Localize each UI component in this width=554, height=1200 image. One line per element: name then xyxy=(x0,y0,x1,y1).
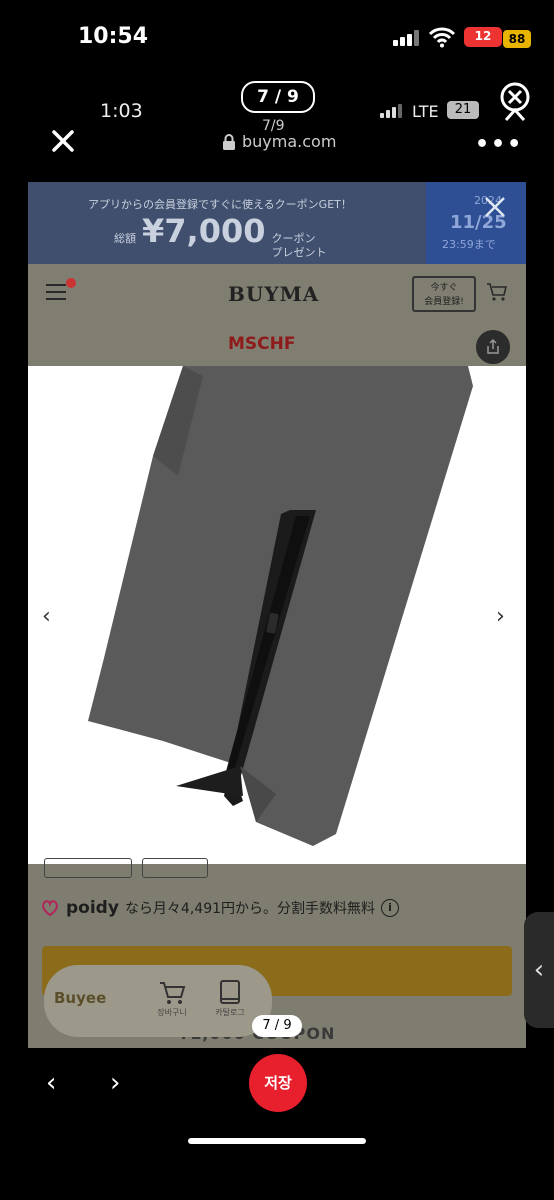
address-bar[interactable]: buyma.com xyxy=(222,132,336,151)
product-pants-illustration xyxy=(88,366,473,846)
inner-signal-icon xyxy=(380,104,404,118)
banner-close-icon[interactable] xyxy=(484,196,506,218)
more-menu-button[interactable]: ••• xyxy=(475,132,523,157)
page-counter: 7 / 9 xyxy=(241,81,315,113)
brand-logo[interactable]: MSCHF xyxy=(228,334,295,354)
forward-arrow-icon[interactable]: › xyxy=(110,1068,120,1098)
inner-network-label: LTE xyxy=(412,102,439,121)
banner-prefix: 総額 xyxy=(114,232,136,245)
tag-chip[interactable] xyxy=(44,858,132,878)
installment-info[interactable]: poidy なら月々4,491円から。分割手数料無料 i xyxy=(40,898,400,918)
tag-chip[interactable] xyxy=(142,858,208,878)
cellular-signal-icon xyxy=(393,30,421,46)
close-circle-icon[interactable] xyxy=(498,82,532,122)
buyee-logo: Buyee xyxy=(54,989,107,1007)
banner-suffix: クーポン プレゼント xyxy=(271,232,326,260)
banner-date-until: 23:59まで xyxy=(442,238,496,251)
buyee-cart-button[interactable]: 장바구니 xyxy=(154,979,190,1027)
inner-battery-icon: 21 xyxy=(447,101,479,119)
battery-icon: 12 xyxy=(464,27,502,47)
menu-notification-dot xyxy=(66,278,76,288)
url-text: buyma.com xyxy=(242,132,337,151)
wifi-icon xyxy=(428,27,456,48)
buyee-cart-label: 장바구니 xyxy=(157,1008,187,1017)
share-icon[interactable] xyxy=(476,330,510,364)
lock-icon xyxy=(223,133,235,150)
installment-text: なら月々4,491円から。分割手数料無料 xyxy=(124,901,376,917)
buyee-catalog-label: 카탈로그 xyxy=(215,1008,245,1017)
banner-suffix-line1: クーポン xyxy=(271,232,316,245)
back-arrow-icon[interactable]: ‹ xyxy=(46,1068,56,1098)
gallery-prev-button[interactable]: ‹ xyxy=(42,604,51,629)
notification-badge: 88 xyxy=(503,30,531,48)
save-button[interactable]: 저장 xyxy=(249,1054,307,1112)
info-icon[interactable]: i xyxy=(381,899,400,917)
signup-button[interactable]: 今すぐ 会員登録! xyxy=(412,276,476,312)
bottom-page-counter: 7 / 9 xyxy=(252,1015,302,1037)
product-image[interactable]: ‹ › xyxy=(28,366,526,864)
gallery-next-button[interactable]: › xyxy=(496,604,505,629)
web-page-screenshot: アプリからの会員登録ですぐに使えるクーポンGET！ 総額 ¥7,000 クーポン… xyxy=(28,182,526,1048)
close-icon[interactable] xyxy=(50,128,76,154)
buyee-widget[interactable]: Buyee 장바구니 카탈로그 xyxy=(44,965,272,1037)
banner-date-box: 2024 11/25 23:59まで xyxy=(426,182,526,264)
inner-status-time: 1:03 xyxy=(100,100,143,122)
status-time: 10:54 xyxy=(78,24,149,49)
poidy-logo-icon xyxy=(42,900,58,917)
signup-line1: 今すぐ xyxy=(430,283,458,293)
side-panel-handle[interactable]: ‹ xyxy=(524,912,554,1028)
signup-line2: 会員登録! xyxy=(424,297,464,307)
banner-amount: ¥7,000 xyxy=(142,212,266,250)
promo-banner[interactable]: アプリからの会員登録ですぐに使えるクーポンGET！ 総額 ¥7,000 クーポン… xyxy=(28,182,526,264)
banner-headline: アプリからの会員登録ですぐに使えるクーポンGET！ xyxy=(88,198,352,211)
book-icon xyxy=(220,980,240,1004)
site-header: BUYMA 今すぐ 会員登録! MSCHF xyxy=(28,264,526,364)
banner-suffix-line2: プレゼント xyxy=(271,246,327,259)
site-logo[interactable]: BUYMA xyxy=(228,282,319,306)
home-indicator[interactable] xyxy=(188,1138,366,1144)
cart-icon xyxy=(160,982,186,1004)
buyee-catalog-button[interactable]: 카탈로그 xyxy=(212,979,248,1027)
banner-amount-row: 総額 ¥7,000 クーポン プレゼント xyxy=(114,212,326,260)
cart-icon[interactable] xyxy=(486,282,508,302)
battery-level: 12 xyxy=(474,29,492,43)
poidy-brand: poidy xyxy=(66,898,119,918)
menu-icon[interactable] xyxy=(46,278,76,300)
